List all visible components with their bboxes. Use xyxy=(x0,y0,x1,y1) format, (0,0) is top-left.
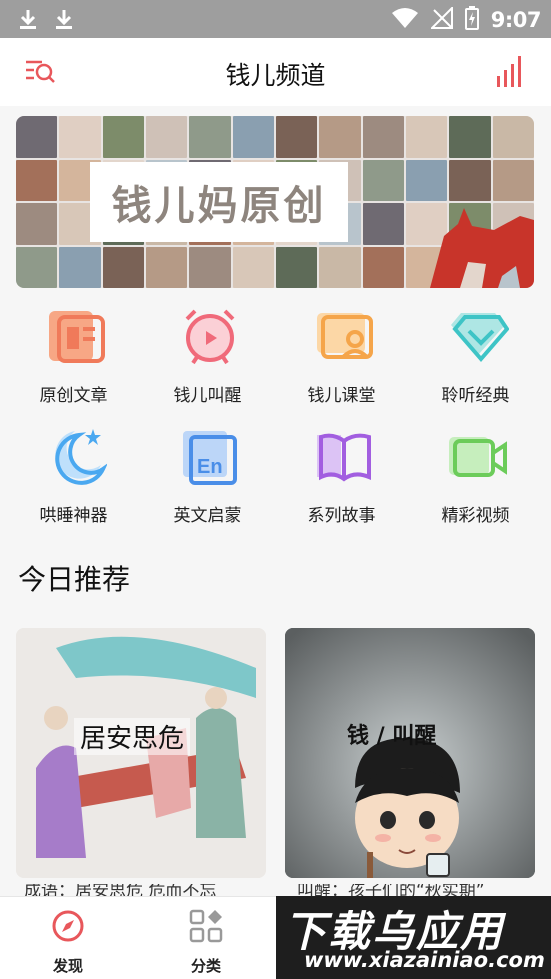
mosaic-photo-tile xyxy=(59,116,101,158)
category-original-articles[interactable]: 原创文章 xyxy=(5,305,142,415)
video-camera-icon xyxy=(449,437,507,477)
battery-icon xyxy=(464,6,479,34)
card-caption-text: 成语：居安思危 危而不忘 xyxy=(24,884,217,896)
download-icon xyxy=(54,8,74,30)
mosaic-photo-tile xyxy=(232,246,274,288)
mosaic-photo-tile xyxy=(16,246,58,288)
recommend-card[interactable]: 钱 / 叫醒 xyxy=(285,628,535,878)
classroom-icon xyxy=(317,313,373,359)
category-label: 精彩视频 xyxy=(441,506,510,526)
category-label: 英文启蒙 xyxy=(173,506,242,526)
mosaic-photo-tile xyxy=(275,116,318,158)
tab-label: 分类 xyxy=(190,957,221,975)
mosaic-photo-tile xyxy=(189,246,231,288)
alarm-clock-icon xyxy=(185,309,235,365)
mosaic-photo-tile xyxy=(362,159,404,201)
article-icon xyxy=(49,311,105,363)
status-time: 9:07 xyxy=(490,8,542,32)
no-signal-icon xyxy=(429,5,453,33)
category-videos[interactable]: 精彩视频 xyxy=(407,425,544,535)
mosaic-photo-tile xyxy=(16,116,58,158)
mosaic-photo-tile xyxy=(449,116,491,158)
watermark-url: www.xiazainiao.com xyxy=(304,948,545,972)
mosaic-photo-tile xyxy=(189,116,231,158)
category-label: 聆听经典 xyxy=(441,386,510,406)
mosaic-photo-tile xyxy=(405,116,448,158)
mosaic-photo-tile xyxy=(145,246,188,288)
boy-illustration xyxy=(285,628,535,878)
wifi-icon xyxy=(391,7,419,33)
mosaic-photo-tile xyxy=(449,159,491,201)
mosaic-photo-tile xyxy=(319,246,361,288)
mosaic-photo-tile xyxy=(319,116,361,158)
category-label: 钱儿课堂 xyxy=(307,386,376,406)
banner-title: 钱儿妈原创 xyxy=(111,182,327,229)
mosaic-photo-tile xyxy=(145,116,188,158)
banner-carousel[interactable]: 钱儿妈原创 xyxy=(16,116,534,288)
tab-label: 发现 xyxy=(52,957,83,975)
svg-text:En: En xyxy=(197,456,223,478)
banner-title-card: 钱儿妈原创 xyxy=(90,162,348,242)
category-grid-icon xyxy=(189,909,223,943)
stats-bars-icon[interactable] xyxy=(495,54,527,88)
card-image-text: 居安思危 xyxy=(74,718,191,755)
card-caption: 成语：居安思危 危而不忘 xyxy=(24,884,266,896)
mosaic-photo-tile xyxy=(362,116,404,158)
app-bar: 钱儿频道 xyxy=(0,38,551,106)
mosaic-photo-tile xyxy=(405,159,448,201)
mosaic-photo-tile xyxy=(232,116,274,158)
page-title: 钱儿频道 xyxy=(225,61,326,90)
tab-discover[interactable]: 发现 xyxy=(28,909,108,976)
category-classroom[interactable]: 钱儿课堂 xyxy=(273,305,410,415)
category-sleep-aid[interactable]: 哄睡神器 xyxy=(5,425,142,535)
section-title-recommend: 今日推荐 xyxy=(18,563,131,596)
card-image-text: 钱 / 叫醒 xyxy=(347,724,437,749)
open-book-icon xyxy=(317,433,371,482)
diamond-icon xyxy=(451,313,509,363)
watermark-logo: 下载乌应用 www.xiazainiao.com xyxy=(276,896,551,979)
mosaic-photo-tile xyxy=(492,159,534,201)
tab-categories[interactable]: 分类 xyxy=(166,909,246,976)
mosaic-photo-tile xyxy=(362,203,404,245)
mosaic-photo-tile xyxy=(59,246,101,288)
card-caption: 叫醒：孩子们的“秋实期” xyxy=(297,884,527,896)
mosaic-photo-tile xyxy=(102,116,144,158)
category-morning-wakeup[interactable]: 钱儿叫醒 xyxy=(139,305,276,415)
category-label: 钱儿叫醒 xyxy=(173,386,242,406)
recommend-card[interactable]: 居安思危 xyxy=(16,628,266,878)
category-label: 系列故事 xyxy=(307,506,376,526)
status-bar: 9:07 xyxy=(0,0,551,38)
mosaic-photo-tile xyxy=(102,246,144,288)
moon-icon xyxy=(55,429,107,485)
mosaic-photo-tile xyxy=(492,116,534,158)
category-label: 哄睡神器 xyxy=(39,506,108,526)
card-caption-text: 叫醒：孩子们的“秋实期” xyxy=(297,884,485,896)
mosaic-photo-tile xyxy=(362,246,404,288)
mosaic-photo-tile xyxy=(275,246,318,288)
mosaic-photo-tile xyxy=(16,203,58,245)
mosaic-photo-tile xyxy=(16,159,58,201)
download-icon xyxy=(18,8,38,30)
english-book-icon: En xyxy=(183,431,237,485)
category-classics[interactable]: 聆听经典 xyxy=(407,305,544,415)
fox-illustration xyxy=(430,208,534,288)
compass-icon xyxy=(52,910,84,942)
category-label: 原创文章 xyxy=(39,386,108,406)
category-story-series[interactable]: 系列故事 xyxy=(273,425,410,535)
category-english[interactable]: En 英文启蒙 xyxy=(139,425,276,535)
